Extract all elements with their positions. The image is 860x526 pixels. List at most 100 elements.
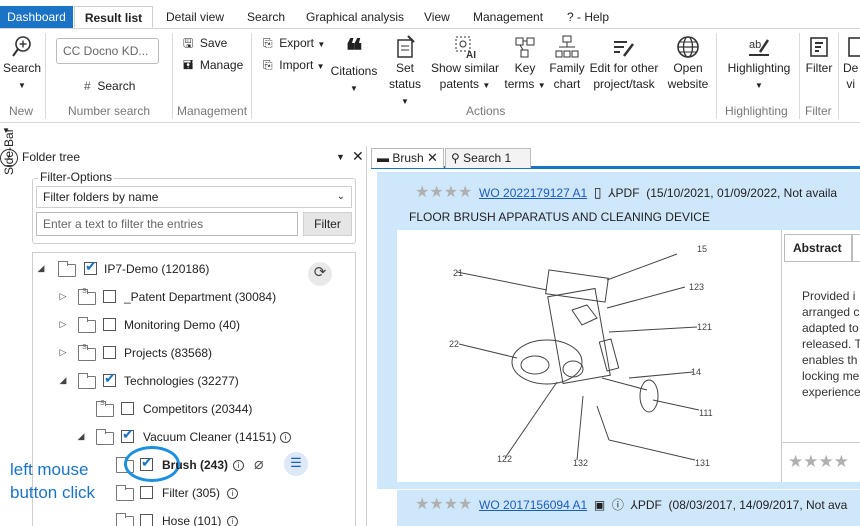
chevron-down-icon: ▼ bbox=[537, 81, 546, 90]
checkbox-vacuum-cleaner[interactable] bbox=[121, 426, 134, 443]
checkbox-patent-department[interactable] bbox=[103, 290, 116, 303]
pdf-label[interactable]: PDF bbox=[638, 498, 662, 512]
open-website-button[interactable]: Open website bbox=[666, 34, 710, 92]
document-icon[interactable]: ▯ bbox=[594, 184, 602, 200]
checkbox-technologies[interactable] bbox=[103, 370, 116, 387]
folder-filter-button[interactable]: Filter bbox=[303, 212, 352, 236]
checkbox-monitoring-demo[interactable] bbox=[103, 318, 116, 331]
tab-view[interactable]: View bbox=[418, 6, 456, 28]
close-icon[interactable]: ✕ bbox=[352, 148, 364, 165]
edit-list-icon bbox=[614, 41, 634, 57]
refresh-icon[interactable]: ⟳ bbox=[308, 262, 332, 286]
info-icon[interactable]: i bbox=[227, 488, 238, 499]
citations-button[interactable]: ❝ Citations ▼ bbox=[328, 35, 380, 97]
folder-tree-title: Folder tree bbox=[22, 150, 81, 164]
app-window: Dashboard Result list Detail view Search… bbox=[0, 0, 860, 526]
checkbox-hose[interactable] bbox=[140, 514, 153, 526]
chevron-down-icon: ▼ bbox=[482, 81, 491, 90]
sidebar-label[interactable]: Side-Bar bbox=[2, 128, 16, 175]
collapse-arrow-icon[interactable]: ◢ bbox=[58, 375, 68, 386]
pdf-label[interactable]: PDF bbox=[616, 186, 640, 200]
info-icon[interactable]: i bbox=[233, 460, 244, 471]
info-icon[interactable]: i bbox=[227, 516, 238, 526]
info-icon[interactable]: i bbox=[280, 432, 291, 443]
tab-brush[interactable]: ▬ Brush ✕ bbox=[371, 148, 444, 168]
rating-stars[interactable]: ★★★★ bbox=[415, 184, 472, 201]
close-icon[interactable]: ✕ bbox=[427, 150, 438, 165]
tab-detail-view[interactable]: Detail view bbox=[160, 6, 230, 28]
node-label-vacuum-cleaner[interactable]: Vacuum Cleaner (14151) bbox=[143, 430, 276, 444]
expand-arrow-icon[interactable]: ▷ bbox=[58, 347, 68, 358]
import-icon: ⎘ bbox=[263, 58, 273, 72]
chevron-down-icon: ▼ bbox=[350, 84, 358, 93]
filter-ribbon-button[interactable]: Filter bbox=[803, 34, 835, 76]
export-button[interactable]: ⎘ Export ▼ bbox=[263, 35, 325, 53]
document-icon[interactable]: ▣ bbox=[594, 498, 605, 512]
tab-management[interactable]: Management bbox=[467, 6, 549, 28]
tab-graphical-analysis[interactable]: Graphical analysis bbox=[300, 6, 410, 28]
node-label-projects[interactable]: Projects (83568) bbox=[124, 346, 212, 360]
tab-result-list[interactable]: Result list bbox=[74, 6, 153, 28]
checkbox-competitors[interactable] bbox=[121, 402, 134, 415]
save-button[interactable]: 🖫 Save bbox=[183, 35, 227, 51]
set-status-button[interactable]: Set status ▼ bbox=[384, 34, 426, 110]
manage-icon: 🖬 bbox=[183, 58, 194, 72]
node-label-competitors[interactable]: Competitors (20344) bbox=[143, 402, 252, 416]
pdf-icon[interactable]: ⅄ bbox=[631, 498, 638, 512]
import-button[interactable]: ⎘ Import ▼ bbox=[263, 57, 325, 75]
tab-next[interactable] bbox=[852, 234, 860, 262]
checkbox-projects[interactable] bbox=[103, 346, 116, 359]
list-icon[interactable]: ☰ bbox=[284, 452, 308, 476]
number-search-button[interactable]: # Search bbox=[84, 78, 135, 94]
checkbox-brush[interactable] bbox=[140, 454, 153, 471]
patent-drawing-area[interactable]: 15 21 123 121 22 14 111 122 132 131 bbox=[397, 230, 781, 482]
tab-dashboard[interactable]: Dashboard bbox=[0, 6, 73, 28]
info-icon[interactable]: ⓘ bbox=[612, 498, 624, 512]
new-search-button[interactable]: Search ▼ bbox=[2, 34, 42, 94]
show-similar-patents-button[interactable]: AI Show similar patents ▼ bbox=[428, 34, 502, 94]
tab-help[interactable]: ? - Help bbox=[561, 6, 615, 28]
key-terms-button[interactable]: Key terms ▼ bbox=[504, 34, 546, 94]
family-chart-button[interactable]: Family chart bbox=[548, 34, 586, 92]
edit-for-other-button[interactable]: Edit for other project/task bbox=[587, 34, 661, 92]
chevron-down-icon: ▼ bbox=[18, 81, 26, 90]
filter-mode-select[interactable]: Filter folders by name ⌄ bbox=[36, 186, 352, 208]
patent-number-link[interactable]: WO 2017156094 A1 bbox=[479, 498, 587, 512]
figure-label: 22 bbox=[449, 339, 459, 349]
paperclip-icon[interactable]: ⌀ bbox=[254, 454, 264, 474]
highlighting-button[interactable]: ab Highlighting ▼ bbox=[722, 34, 796, 94]
number-search-input[interactable]: CC Docno KD... bbox=[56, 38, 159, 64]
device-view-label-2: vi bbox=[846, 77, 856, 91]
abstract-line: adapted to bbox=[802, 321, 859, 335]
node-label-ip7-demo[interactable]: IP7-Demo (120186) bbox=[104, 262, 209, 276]
tab-brush-label: Brush bbox=[392, 151, 424, 165]
node-label-hose[interactable]: Hose (101) bbox=[162, 514, 221, 526]
expand-arrow-icon[interactable]: ▷ bbox=[58, 319, 68, 330]
save-icon: 🖫 bbox=[183, 36, 194, 50]
panel-menu-chevron-icon[interactable]: ▼ bbox=[336, 152, 345, 162]
tab-search[interactable]: Search bbox=[241, 6, 291, 28]
node-label-filter[interactable]: Filter (305) bbox=[162, 486, 220, 500]
chevron-down-icon: ⌄ bbox=[336, 191, 345, 202]
rating-stars[interactable]: ★★★★ bbox=[788, 452, 849, 472]
patent-number-link[interactable]: WO 2022179127 A1 bbox=[479, 186, 587, 200]
tab-abstract[interactable]: Abstract bbox=[784, 234, 852, 262]
folder-filter-input[interactable]: Enter a text to filter the entries bbox=[36, 212, 298, 236]
node-label-patent-department[interactable]: _Patent Department (30084) bbox=[124, 290, 276, 304]
pdf-icon[interactable]: ⅄ bbox=[608, 186, 615, 200]
panel-splitter[interactable] bbox=[366, 146, 367, 526]
ribbon: Search ▼ CC Docno KD... # Search 🖫 Save 🖬… bbox=[0, 28, 860, 123]
expand-arrow-icon[interactable]: ▷ bbox=[58, 291, 68, 302]
tab-search-1[interactable]: ⚲ Search 1 bbox=[445, 148, 531, 168]
checkbox-filter[interactable] bbox=[140, 486, 153, 499]
node-label-monitoring-demo[interactable]: Monitoring Demo (40) bbox=[124, 318, 240, 332]
node-label-brush[interactable]: Brush (243) bbox=[162, 458, 228, 472]
collapse-arrow-icon[interactable]: ◢ bbox=[76, 431, 86, 442]
collapse-arrow-icon[interactable]: ◢ bbox=[36, 263, 46, 274]
rating-stars[interactable]: ★★★★ bbox=[415, 496, 472, 513]
manage-button[interactable]: 🖬 Manage bbox=[183, 57, 243, 73]
checkbox-ip7-demo[interactable] bbox=[84, 258, 97, 275]
menu-bar: Dashboard Result list Detail view Search… bbox=[0, 0, 860, 29]
node-label-technologies[interactable]: Technologies (32277) bbox=[124, 374, 239, 388]
device-view-button[interactable]: De vi bbox=[843, 34, 860, 92]
